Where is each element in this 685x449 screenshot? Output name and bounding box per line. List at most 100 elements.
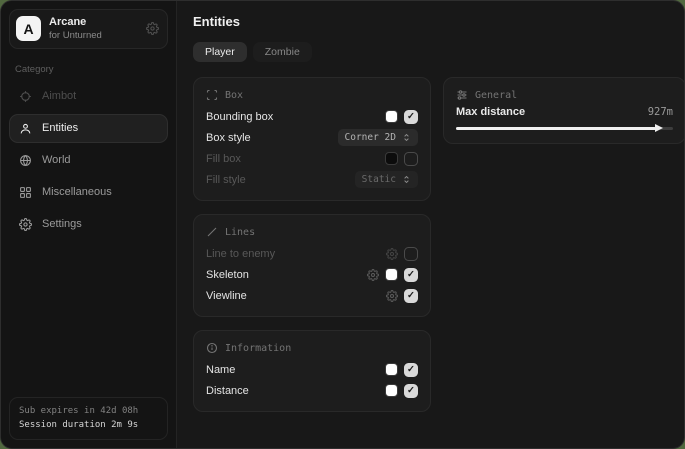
line-to-enemy-label: Line to enemy xyxy=(206,248,386,260)
skeleton-row: Skeleton ✓ xyxy=(206,264,418,285)
fill-box-color-swatch[interactable] xyxy=(385,152,398,165)
chevron-updown-icon xyxy=(402,132,411,143)
lines-section-title: Lines xyxy=(225,227,255,238)
check-icon: ✓ xyxy=(407,365,415,375)
sidebar-item-label: World xyxy=(42,154,71,166)
line-to-enemy-checkbox[interactable]: ✓ xyxy=(404,247,418,261)
sidebar-nav: Aimbot Entities World Miscellaneous xyxy=(9,82,168,239)
sidebar-item-label: Settings xyxy=(42,218,82,230)
max-distance-row: Max distance 927m xyxy=(456,106,673,118)
content-columns: Box Bounding box ✓ Box style xyxy=(193,77,685,412)
distance-row: Distance ✓ xyxy=(206,380,418,401)
sidebar-item-label: Miscellaneous xyxy=(42,186,112,198)
sidebar-item-settings[interactable]: Settings xyxy=(9,210,168,239)
check-icon: ✓ xyxy=(407,291,415,301)
information-section: Information Name ✓ Distance xyxy=(193,330,431,412)
general-section: General Max distance 927m xyxy=(443,77,685,144)
bounding-box-label: Bounding box xyxy=(206,111,385,123)
viewline-label: Viewline xyxy=(206,290,386,302)
app-subtitle: for Unturned xyxy=(49,30,102,42)
name-checkbox[interactable]: ✓ xyxy=(404,363,418,377)
name-color-swatch[interactable] xyxy=(385,363,398,376)
bounding-box-row: Bounding box ✓ xyxy=(206,106,418,127)
information-section-title: Information xyxy=(225,343,291,354)
app-logo: A xyxy=(16,16,41,41)
sidebar-item-label: Aimbot xyxy=(42,90,76,102)
fill-box-row: Fill box ✓ xyxy=(206,148,418,169)
slider-thumb[interactable] xyxy=(655,124,663,132)
brand-gear-icon[interactable] xyxy=(146,22,159,35)
fill-style-row: Fill style Static xyxy=(206,169,418,190)
max-distance-value: 927m xyxy=(648,106,673,118)
sidebar-item-miscellaneous[interactable]: Miscellaneous xyxy=(9,178,168,207)
box-style-label: Box style xyxy=(206,132,338,144)
info-icon xyxy=(206,342,218,354)
distance-color-swatch[interactable] xyxy=(385,384,398,397)
lines-section-header: Lines xyxy=(206,226,418,238)
line-to-enemy-settings-icon[interactable] xyxy=(386,248,398,260)
skeleton-settings-icon[interactable] xyxy=(367,269,379,281)
check-icon: ✓ xyxy=(407,386,415,396)
distance-checkbox[interactable]: ✓ xyxy=(404,384,418,398)
information-section-header: Information xyxy=(206,342,418,354)
crosshair-icon xyxy=(19,90,32,103)
grid-icon xyxy=(19,186,32,199)
app-window: A Arcane for Unturned Category Aimbot xyxy=(0,0,685,449)
sub-expires-text: Sub expires in 42d 08h xyxy=(19,405,158,419)
box-style-row: Box style Corner 2D xyxy=(206,127,418,148)
brand-text: Arcane for Unturned xyxy=(49,16,102,42)
fill-style-value: Static xyxy=(362,174,396,185)
brand-card: A Arcane for Unturned xyxy=(9,9,168,49)
diagonal-line-icon xyxy=(206,226,218,238)
subscription-info-card: Sub expires in 42d 08h Session duration … xyxy=(9,397,168,440)
general-section-title: General xyxy=(475,90,517,101)
entity-tabs: Player Zombie xyxy=(193,42,685,62)
max-distance-label: Max distance xyxy=(456,106,648,118)
globe-icon xyxy=(19,154,32,167)
bounding-box-color-swatch[interactable] xyxy=(385,110,398,123)
scan-box-icon xyxy=(206,89,218,101)
slider-fill xyxy=(456,127,656,130)
name-row: Name ✓ xyxy=(206,359,418,380)
general-section-header: General xyxy=(456,89,673,101)
box-section-header: Box xyxy=(206,89,418,101)
tab-player[interactable]: Player xyxy=(193,42,247,62)
fill-style-dropdown[interactable]: Static xyxy=(355,171,418,188)
fill-style-label: Fill style xyxy=(206,174,355,186)
tab-zombie[interactable]: Zombie xyxy=(253,42,312,62)
name-label: Name xyxy=(206,364,385,376)
session-duration-text: Session duration 2m 9s xyxy=(19,419,158,433)
fill-box-checkbox[interactable]: ✓ xyxy=(404,152,418,166)
check-icon: ✓ xyxy=(407,270,415,280)
sliders-icon xyxy=(456,89,468,101)
page-title: Entities xyxy=(193,14,685,29)
viewline-checkbox[interactable]: ✓ xyxy=(404,289,418,303)
person-target-icon xyxy=(19,122,32,135)
max-distance-slider[interactable] xyxy=(456,123,673,133)
viewline-settings-icon[interactable] xyxy=(386,290,398,302)
sidebar-item-world[interactable]: World xyxy=(9,146,168,175)
chevron-updown-icon xyxy=(402,174,411,185)
box-section: Box Bounding box ✓ Box style xyxy=(193,77,431,201)
skeleton-checkbox[interactable]: ✓ xyxy=(404,268,418,282)
sidebar-item-aimbot[interactable]: Aimbot xyxy=(9,82,168,111)
box-style-dropdown[interactable]: Corner 2D xyxy=(338,129,418,146)
box-style-value: Corner 2D xyxy=(345,132,396,143)
left-column: Box Bounding box ✓ Box style xyxy=(193,77,431,412)
sidebar-item-entities[interactable]: Entities xyxy=(9,114,168,143)
box-section-title: Box xyxy=(225,90,243,101)
skeleton-color-swatch[interactable] xyxy=(385,268,398,281)
skeleton-label: Skeleton xyxy=(206,269,367,281)
lines-section: Lines Line to enemy ✓ xyxy=(193,214,431,317)
gear-icon xyxy=(19,218,32,231)
fill-box-label: Fill box xyxy=(206,153,385,165)
distance-label: Distance xyxy=(206,385,385,397)
category-label: Category xyxy=(15,64,162,75)
app-name: Arcane xyxy=(49,16,102,30)
main-panel: Entities Player Zombie Box Bounding box xyxy=(177,1,685,448)
bounding-box-checkbox[interactable]: ✓ xyxy=(404,110,418,124)
sidebar-item-label: Entities xyxy=(42,122,78,134)
right-column: General Max distance 927m xyxy=(443,77,685,144)
viewline-row: Viewline ✓ xyxy=(206,285,418,306)
sidebar: A Arcane for Unturned Category Aimbot xyxy=(1,1,177,448)
